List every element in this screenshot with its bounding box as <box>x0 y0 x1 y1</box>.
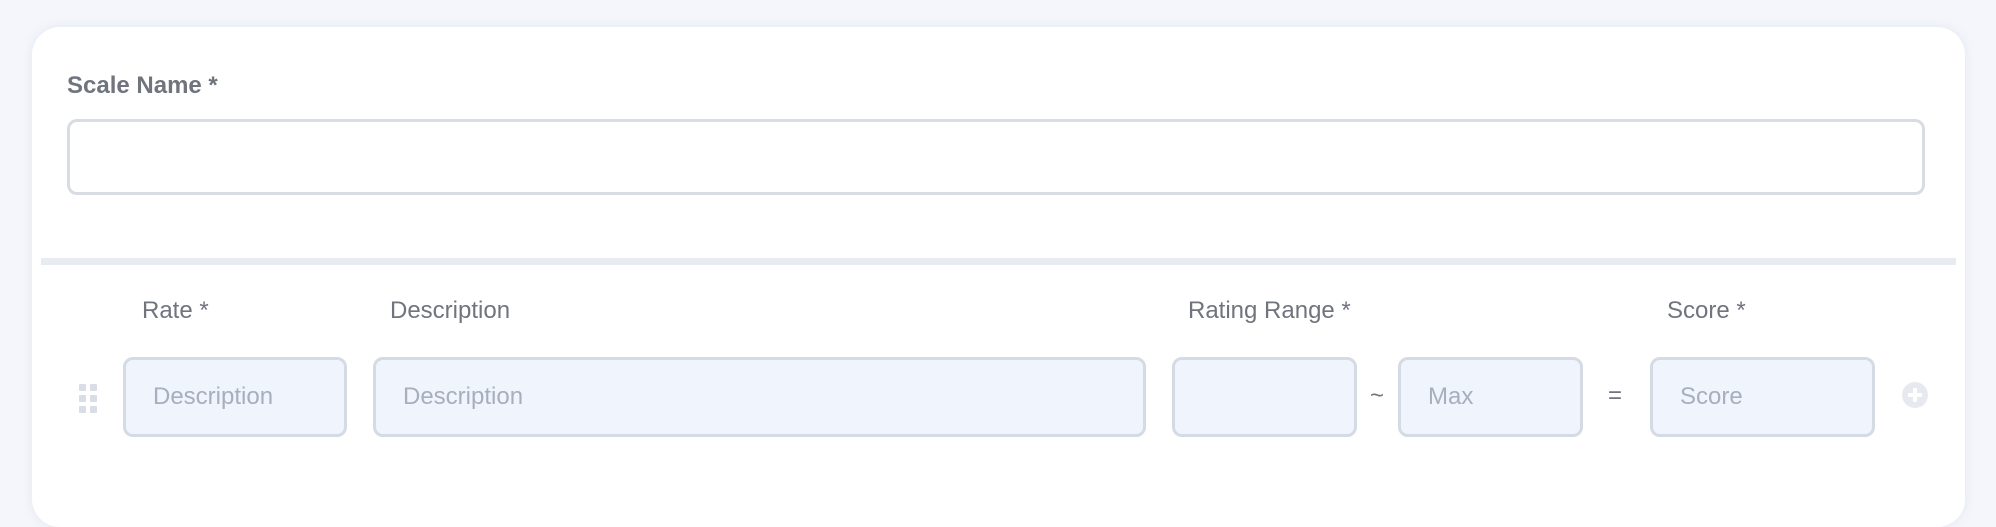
score-input[interactable] <box>1650 357 1875 437</box>
rate-input[interactable] <box>123 357 347 437</box>
rate-column-label: Rate * <box>142 297 209 324</box>
score-column-label: Score * <box>1667 297 1746 324</box>
scale-form-card: Scale Name * Rate * Description Rating R… <box>32 27 1965 527</box>
description-column-label: Description <box>390 297 511 324</box>
section-divider <box>41 258 1956 265</box>
equals-sign: = <box>1608 382 1623 409</box>
scale-name-input[interactable] <box>67 119 1925 195</box>
scale-name-label: Scale Name * <box>67 72 218 99</box>
range-separator: ~ <box>1370 382 1385 409</box>
drag-handle-icon[interactable] <box>79 384 97 413</box>
description-input[interactable] <box>373 357 1146 437</box>
rating-range-max-input[interactable] <box>1398 357 1583 437</box>
add-row-icon[interactable] <box>1902 382 1928 408</box>
rating-range-column-label: Rating Range * <box>1188 297 1351 324</box>
rating-range-min-input[interactable] <box>1172 357 1357 437</box>
